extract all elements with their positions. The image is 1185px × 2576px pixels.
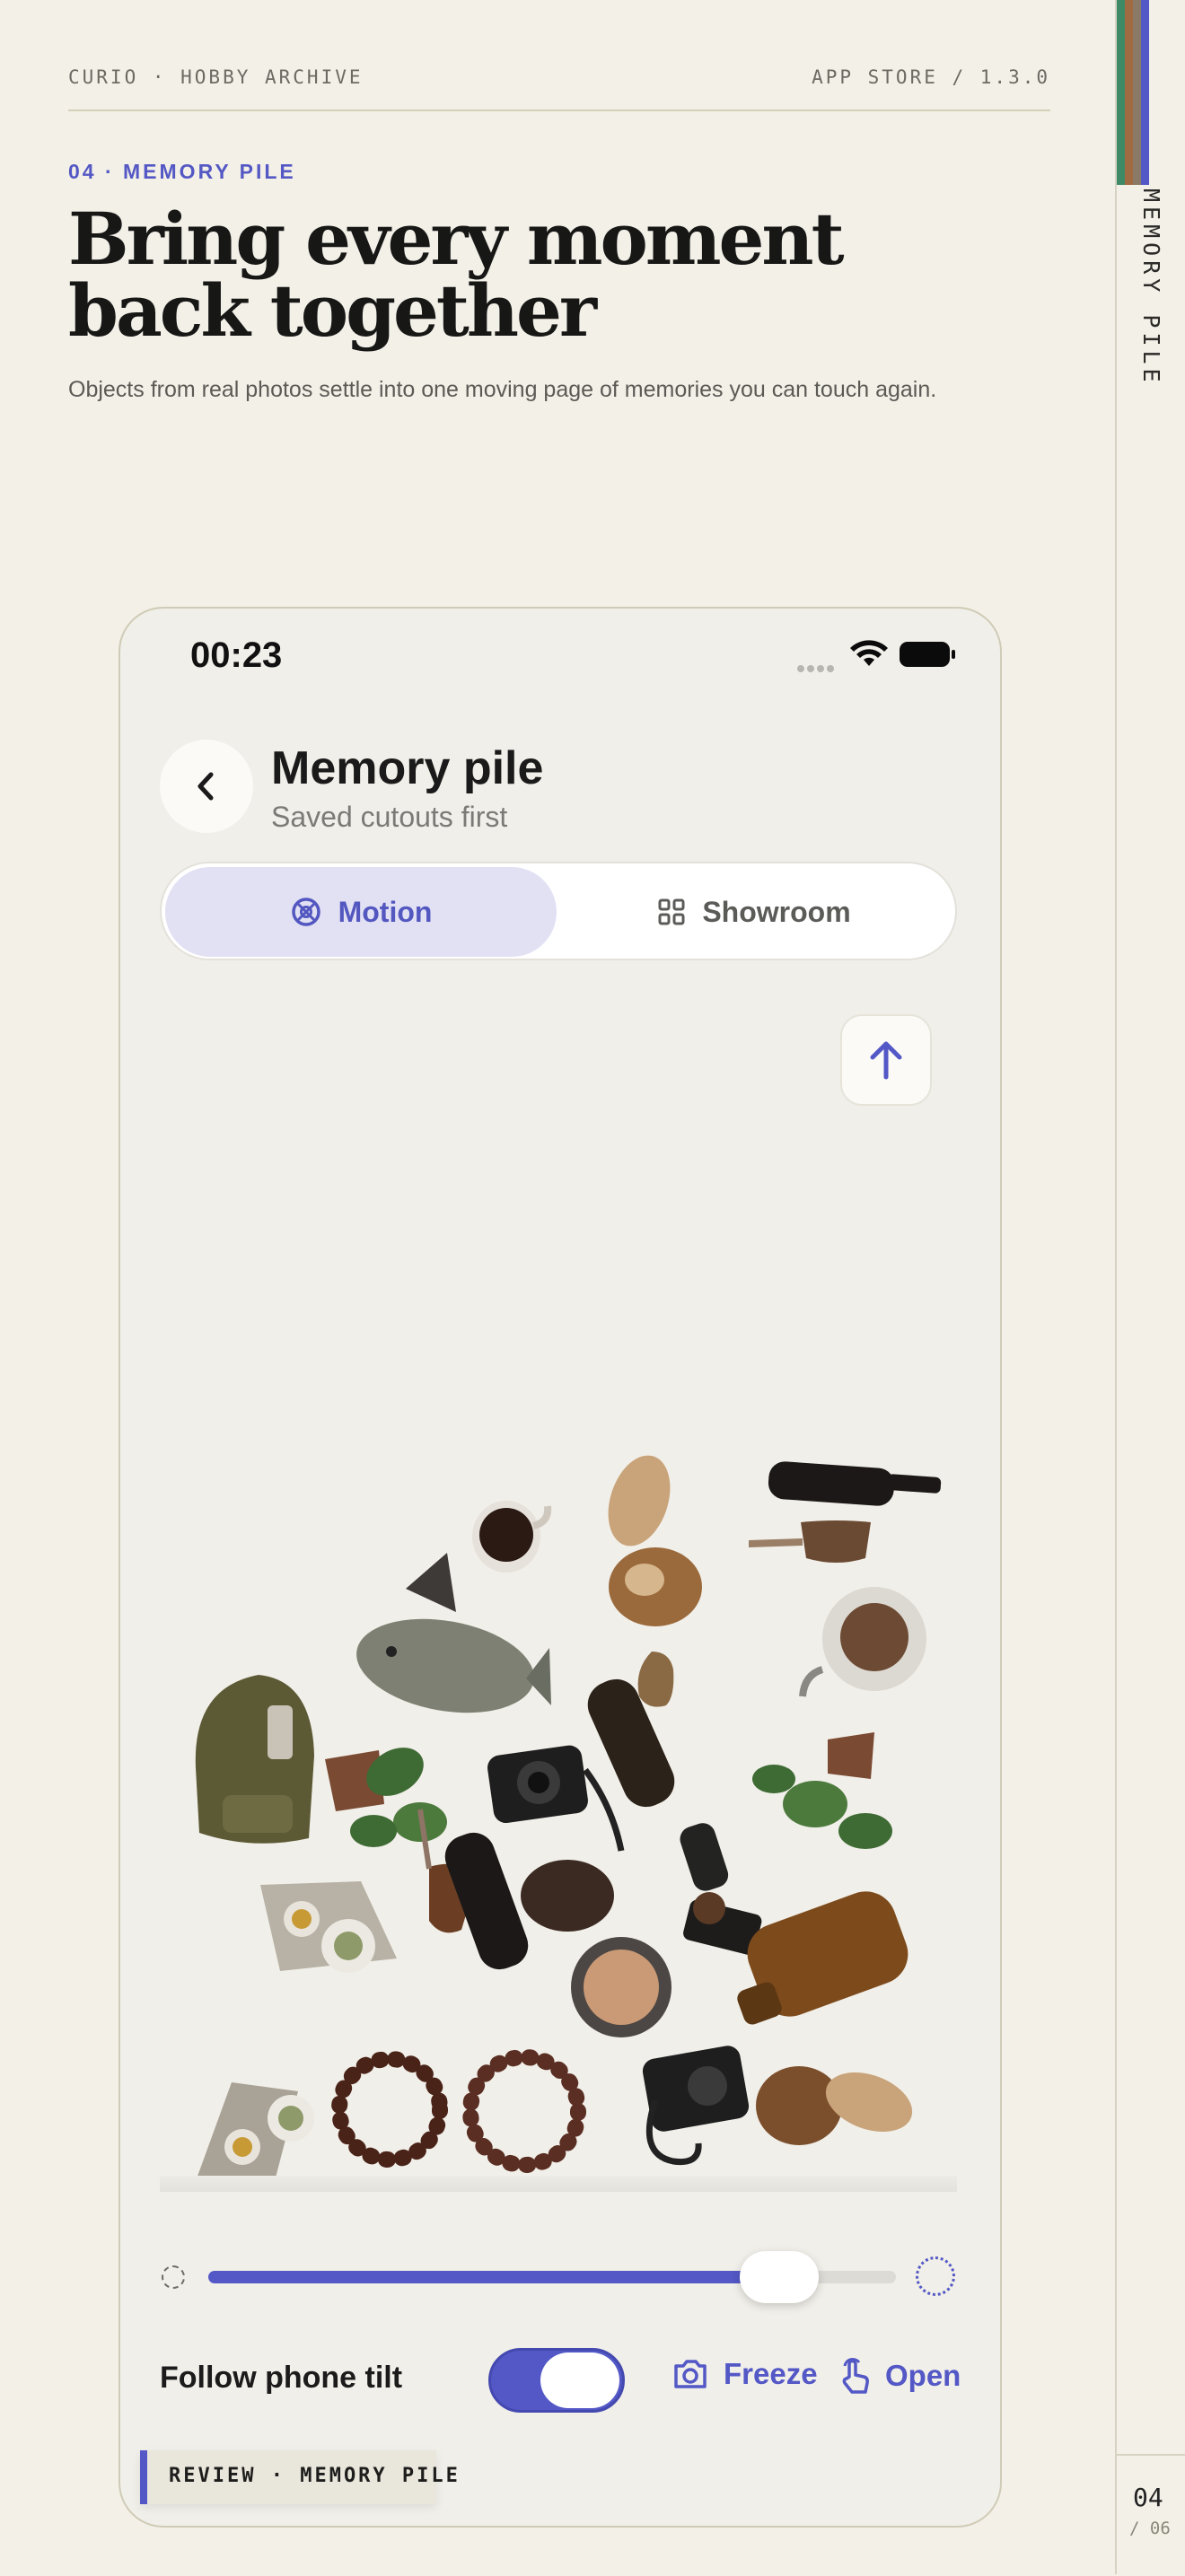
spread-slider-thumb[interactable] [739,2251,819,2303]
open-label: Open [885,2359,961,2392]
headline-line-2: back together [68,268,597,353]
potted-plant-icon[interactable] [752,1732,892,1849]
tap-hand-icon [842,2358,869,2394]
wifi-icon [850,640,888,666]
arrow-up-icon [870,1041,902,1080]
freeze-button[interactable]: Freeze [672,2357,818,2391]
tea-set-icon[interactable] [196,2082,314,2181]
page-subtitle: Objects from real photos settle into one… [68,377,937,402]
screen-subtitle: Saved cutouts first [271,801,508,833]
tab-showroom[interactable]: Showroom [557,867,952,957]
review-label: REVIEW · MEMORY PILE [169,2465,461,2487]
bread-icon[interactable] [756,2062,920,2145]
motion-icon [291,898,320,926]
status-time: 00:23 [190,635,283,675]
grid-icon [658,898,685,925]
wine-glass-icon[interactable] [749,1520,871,1563]
wine-bottle-icon[interactable] [768,1460,942,1507]
side-divider [1115,0,1117,2574]
signal-icon [797,661,837,677]
tab-motion[interactable]: Motion [165,867,557,957]
fish-icon[interactable] [349,1606,551,1725]
amber-jar-icon[interactable] [734,1883,916,2028]
camera-outline-icon [674,2360,707,2388]
tilt-toggle-knob [540,2353,619,2408]
spread-min-icon [162,2265,185,2289]
spread-max-icon [916,2256,955,2296]
memory-pile-canvas[interactable] [160,1436,957,2190]
bead-bracelet-icon[interactable] [331,2051,448,2168]
page-total: / 06 [1129,2519,1171,2538]
release-label: APP STORE / 1.3.0 [812,66,1050,88]
coffee-maker-icon[interactable] [799,1587,926,1697]
color-swatch [1133,0,1141,185]
open-button[interactable]: Open [837,2357,961,2395]
section-kicker: 04 · MEMORY PILE [68,160,296,183]
tab-showroom-label: Showroom [702,895,851,928]
color-swatch [1141,0,1149,185]
coffee-cup-icon[interactable] [472,1501,552,1573]
camera-icon[interactable] [486,1744,625,1852]
coffee-grinder-icon[interactable] [677,1820,763,1957]
tab-motion-label: Motion [338,895,433,928]
compact-mirror-icon[interactable] [521,1860,672,2037]
color-swatch [1125,0,1133,185]
page-number: 04 [1133,2483,1163,2512]
tilt-label: Follow phone tilt [160,2361,403,2395]
tea-set-icon[interactable] [260,1881,397,1973]
scroll-up-button[interactable] [840,1014,932,1106]
side-label: MEMORY PILE [1138,188,1164,387]
camera-icon[interactable] [641,2044,751,2166]
bread-icon[interactable] [597,1448,702,1626]
color-swatch [1117,0,1125,185]
battery-icon [900,642,950,667]
headline: Bring every moment back together [68,197,845,353]
chevron-left-icon [198,772,214,801]
header-divider [68,110,1050,111]
backpack-icon[interactable] [195,1675,314,1844]
headline-line-1: Bring every moment [68,197,845,281]
spread-slider-fill [208,2271,779,2283]
pile-floor [160,2176,957,2192]
shard-icon[interactable] [406,1553,456,1612]
page-indicator [1117,2454,1185,2576]
review-accent [140,2450,147,2504]
brand-label: CURIO · HOBBY ARCHIVE [68,66,364,88]
bead-bracelet-icon[interactable] [462,2049,586,2173]
back-button[interactable] [160,740,253,833]
potted-plant-icon[interactable] [325,1738,447,1847]
screen-title: Memory pile [271,742,544,794]
freeze-label: Freeze [724,2357,818,2390]
battery-cap [952,650,955,659]
